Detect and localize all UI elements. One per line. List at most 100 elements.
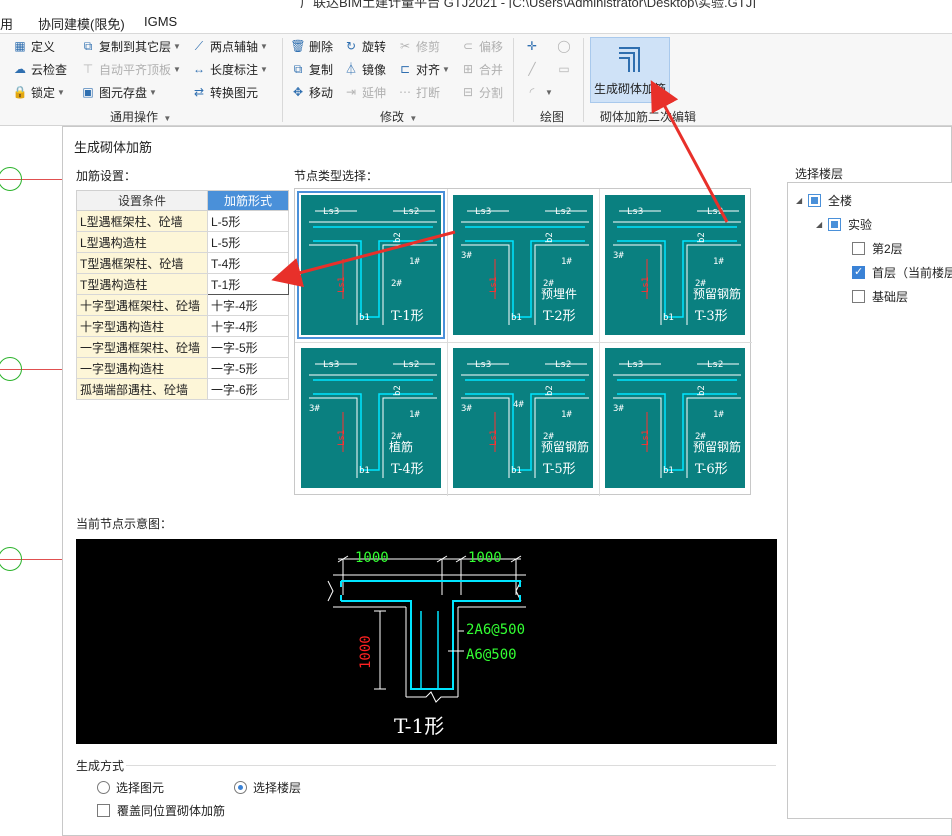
- rebar-line: [617, 379, 737, 471]
- menu-item-collab[interactable]: 协同建模(限免): [38, 14, 125, 33]
- axis-marker: [0, 167, 22, 191]
- label-bar-1: 1#: [561, 410, 572, 420]
- dialog-title: 生成砌体加筋: [74, 140, 153, 155]
- label-bar-1: 1#: [713, 257, 724, 267]
- menu-item-use[interactable]: 用: [0, 14, 13, 33]
- tree-node-foundation[interactable]: 基础层: [852, 286, 908, 306]
- node-tile-4[interactable]: Ls3 Ls2 b2 Ls1 1# 2# b1 3# T-4形 植筋: [295, 342, 447, 495]
- align-button[interactable]: ⊏ 对齐 ▼: [397, 59, 450, 79]
- overwrite-checkbox-box[interactable]: [97, 804, 110, 817]
- draw-circle-button[interactable]: ◯: [556, 36, 575, 56]
- table-row[interactable]: 一字型遇构造柱 一字-5形: [76, 357, 289, 379]
- node-drawing: [613, 210, 741, 325]
- condition-cell: L型遇框架柱、砼墙: [76, 210, 208, 232]
- copy-button[interactable]: ⧉ 复制: [290, 59, 333, 79]
- rebar-form-cell[interactable]: 十字-4形: [207, 294, 289, 316]
- collapse-arrow-icon[interactable]: ◢: [816, 220, 828, 229]
- merge-button[interactable]: ⊞ 合并: [460, 59, 503, 79]
- radio-select-element-dot[interactable]: [97, 781, 110, 794]
- table-row[interactable]: 孤墙端部遇柱、砼墙 一字-6形: [76, 378, 289, 400]
- rebar-form-cell[interactable]: T-4形: [207, 252, 289, 274]
- tree-node-floor-2[interactable]: 第2层: [852, 238, 903, 258]
- generate-masonry-rebar-button[interactable]: 生成砌体加筋: [590, 37, 670, 103]
- rebar-form-cell[interactable]: 一字-6形: [207, 378, 289, 400]
- rebar-form-cell[interactable]: 一字-5形: [207, 336, 289, 358]
- label-bar-3: 3#: [461, 404, 472, 414]
- rebar-form-cell[interactable]: L-5形: [207, 231, 289, 253]
- node-tile-1[interactable]: Ls3 Ls2 b2 Ls1 1# 2# b1 T-1形: [295, 189, 447, 342]
- delete-button[interactable]: 🗑 删除: [290, 36, 333, 56]
- draw-line-button[interactable]: ╱: [524, 59, 543, 79]
- window-title-bar: 广联达BIM土建计量平台 GTJ2021 - [C:\Users\Adminis…: [0, 0, 952, 8]
- label-ls2: Ls2: [707, 360, 724, 370]
- offset-icon: ⊂: [462, 39, 474, 53]
- radio-select-floor[interactable]: 选择楼层: [234, 779, 301, 796]
- checkbox-foundation[interactable]: [852, 289, 865, 303]
- label-ls3: Ls3: [475, 207, 492, 217]
- checkbox-project[interactable]: [828, 217, 841, 231]
- save-element-button[interactable]: ▣ 图元存盘 ▼: [80, 82, 157, 102]
- define-button[interactable]: ▦ 定义: [12, 36, 55, 56]
- rebar-line: [465, 226, 585, 318]
- table-row[interactable]: L型遇框架柱、砼墙 L-5形: [76, 210, 289, 232]
- split-button[interactable]: ⊟ 分割: [460, 82, 503, 102]
- table-row[interactable]: 十字型遇构造柱 十字-4形: [76, 315, 289, 337]
- rebar-form-cell[interactable]: 十字-4形: [207, 315, 289, 337]
- checkbox-all[interactable]: [808, 193, 821, 207]
- cloud-check-button[interactable]: ☁ 云检查: [12, 59, 67, 79]
- move-button[interactable]: ✥ 移动: [290, 82, 333, 102]
- ribbon-separator: [583, 38, 584, 122]
- node-drawing: [613, 363, 741, 478]
- tree-node-first-floor[interactable]: 首层（当前楼层）: [852, 262, 952, 282]
- checkbox-floor-2[interactable]: [852, 241, 865, 255]
- delete-icon: 🗑: [290, 39, 306, 53]
- node-tile-2[interactable]: Ls3 Ls2 b2 Ls1 1# 2# b1 3# T-2形 预埋件: [447, 189, 599, 342]
- label-ls3: Ls3: [323, 207, 340, 217]
- rebar-form-cell[interactable]: T-1形: [207, 273, 289, 295]
- table-row[interactable]: 一字型遇框架柱、砼墙 一字-5形: [76, 336, 289, 358]
- node-tile-5[interactable]: Ls3 Ls2 b2 Ls1 1# 2# b1 3# 4# T-5形 预留钢筋: [447, 342, 599, 495]
- break-button[interactable]: ⋯ 打断: [397, 82, 440, 102]
- circle-icon: ◯: [557, 39, 571, 53]
- length-dimension-button[interactable]: ↔ 长度标注 ▼: [191, 59, 268, 79]
- label-ls3: Ls3: [627, 207, 644, 217]
- draw-rect-button[interactable]: ▭: [556, 59, 575, 79]
- two-point-axis-button[interactable]: ⟋ 两点辅轴 ▼: [191, 36, 268, 56]
- rebar-form-cell[interactable]: L-5形: [207, 210, 289, 232]
- auto-align-slab-button[interactable]: ⊤ 自动平齐顶板 ▼: [80, 59, 181, 79]
- convert-element-button[interactable]: ⇄ 转换图元: [191, 82, 258, 102]
- overwrite-checkbox[interactable]: 覆盖同位置砌体加筋: [97, 802, 225, 819]
- rotate-button[interactable]: ↻ 旋转: [343, 36, 386, 56]
- rectangle-icon: ▭: [558, 62, 570, 76]
- table-row[interactable]: L型遇构造柱 L-5形: [76, 231, 289, 253]
- node-preview: 1000 1000 1000 2A6@500 A6@500 T-1形: [76, 539, 777, 744]
- copy-to-floor-button[interactable]: ⧉ 复制到其它层 ▼: [80, 36, 181, 56]
- draw-arc-button[interactable]: ◜ ▼: [524, 82, 553, 102]
- extend-button[interactable]: ⇥ 延伸: [343, 82, 386, 102]
- condition-cell: 十字型遇构造柱: [76, 315, 208, 337]
- table-row[interactable]: T型遇框架柱、砼墙 T-4形: [76, 252, 289, 274]
- rebar-form-cell[interactable]: 一字-5形: [207, 357, 289, 379]
- checkbox-first-floor[interactable]: [852, 265, 865, 279]
- node-tile-6[interactable]: Ls3 Ls2 b2 Ls1 1# 2# b1 3# T-6形 预留钢筋: [599, 342, 751, 495]
- radio-select-floor-dot[interactable]: [234, 781, 247, 794]
- collapse-arrow-icon[interactable]: ◢: [796, 196, 808, 205]
- trim-button[interactable]: ✂ 修剪: [397, 36, 440, 56]
- tree-node-all[interactable]: ◢ 全楼: [796, 190, 852, 210]
- draw-point-button[interactable]: ✛: [524, 36, 543, 56]
- drawing-canvas[interactable]: [0, 127, 62, 836]
- node-tile-3[interactable]: Ls3 Ls2 b2 Ls1 1# 2# b1 3# T-3形 预留钢筋: [599, 189, 751, 342]
- table-row[interactable]: 十字型遇框架柱、砼墙 十字-4形: [76, 294, 289, 316]
- offset-button[interactable]: ⊂ 偏移: [460, 36, 503, 56]
- mirror-button[interactable]: ⏃ 镜像: [343, 59, 386, 79]
- column-header-condition: 设置条件: [76, 190, 208, 211]
- group-label-rebar: 砌体加筋二次编辑: [600, 110, 697, 124]
- node-note: 植筋: [389, 440, 414, 454]
- tree-node-project[interactable]: ◢ 实验: [816, 214, 872, 234]
- preview-right-length: 1000: [468, 550, 502, 566]
- menu-item-igms[interactable]: IGMS: [144, 14, 177, 29]
- radio-select-element[interactable]: 选择图元: [97, 779, 164, 796]
- label-ls3: Ls3: [323, 360, 340, 370]
- table-row[interactable]: T型遇构造柱 T-1形: [76, 273, 289, 295]
- lock-button[interactable]: 🔒 锁定 ▼: [12, 82, 65, 102]
